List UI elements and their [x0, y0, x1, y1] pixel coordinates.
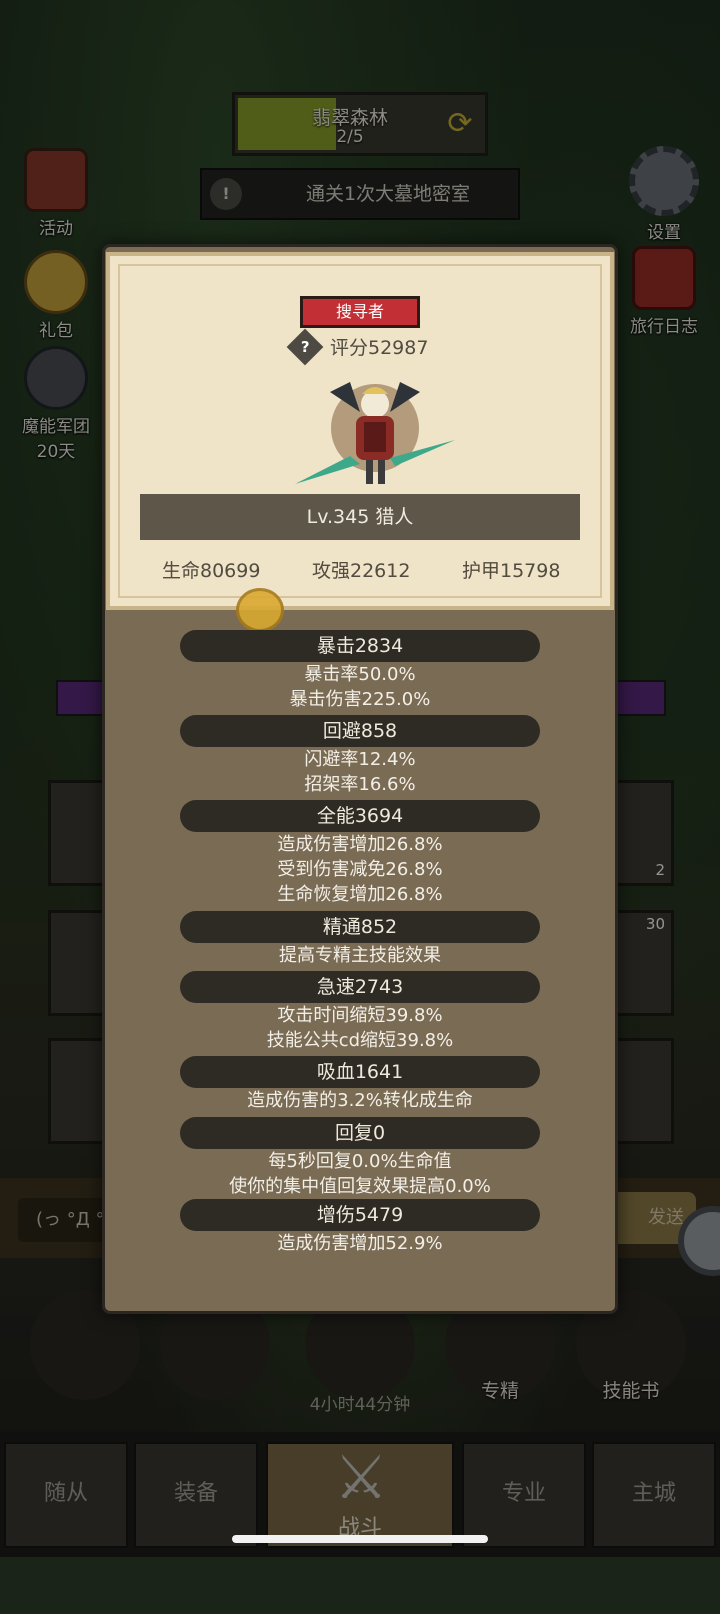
section-line: 每5秒回复0.0%生命值 [268, 1151, 452, 1172]
section-header: 增伤5479 [180, 1199, 540, 1231]
section-line: 攻击时间缩短39.8% [277, 1005, 443, 1026]
hero-character-sprite [295, 382, 455, 484]
home-indicator[interactable] [232, 1535, 488, 1543]
section-header: 暴击2834 [180, 630, 540, 662]
section-line: 造成伤害增加26.8% [277, 834, 443, 855]
section-header: 回复0 [180, 1117, 540, 1149]
class-tag: 搜寻者 [300, 296, 420, 328]
section-header: 急速2743 [180, 971, 540, 1003]
section-line: 暴击率50.0% [304, 664, 416, 685]
section-line: 提高专精主技能效果 [279, 945, 441, 966]
section-line: 暴击伤害225.0% [289, 689, 431, 710]
section-header: 回避858 [180, 715, 540, 747]
stat-armor: 护甲15798 [462, 560, 561, 582]
section-line: 招架率16.6% [304, 774, 416, 795]
level-bar: Lv.345 猎人 [140, 494, 580, 540]
section-line: 受到伤害减免26.8% [277, 859, 443, 880]
section-header: 精通852 [180, 911, 540, 943]
stat-hp: 生命80699 [162, 560, 261, 582]
score-text: 评分52987 [330, 337, 429, 359]
section-header: 吸血1641 [180, 1056, 540, 1088]
section-line: 技能公共cd缩短39.8% [266, 1030, 454, 1051]
section-header: 全能3694 [180, 800, 540, 832]
section-line: 闪避率12.4% [304, 749, 416, 770]
section-line: 造成伤害增加52.9% [277, 1233, 443, 1254]
section-line: 造成伤害的3.2%转化成生命 [247, 1090, 473, 1111]
section-line: 生命恢复增加26.8% [277, 884, 443, 905]
section-line: 使你的集中值回复效果提高0.0% [229, 1176, 491, 1197]
stat-attack: 攻强22612 [312, 560, 411, 582]
gold-coin-icon [236, 588, 284, 632]
